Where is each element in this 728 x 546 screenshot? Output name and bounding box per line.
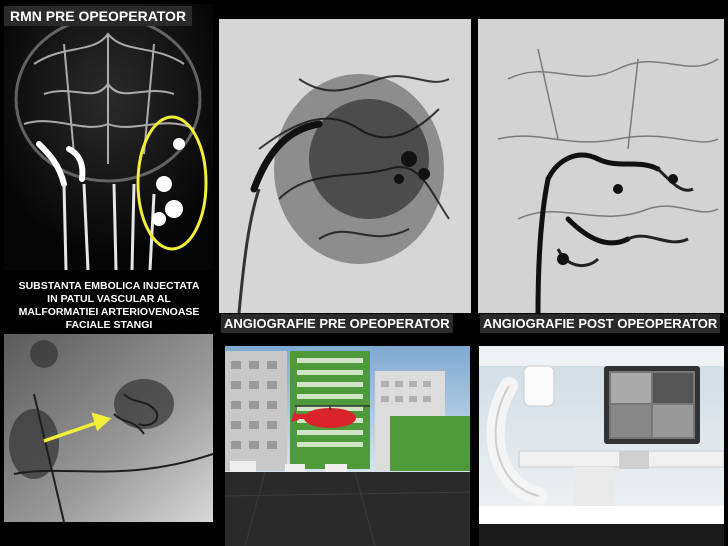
- mri-label: RMN PRE OPEOPERATOR: [4, 6, 193, 26]
- angio-pre-label: ANGIOGRAFIE PRE OPEOPERATOR: [221, 314, 453, 333]
- mri-panel: RMN PRE OPEOPERATOR: [4, 4, 213, 270]
- caption-line-1: SUBSTANTA EMBOLICA INJECTATA: [18, 280, 200, 292]
- caption-line-2: IN PATUL VASCULAR AL: [47, 293, 171, 305]
- angio-post-panel: [478, 19, 724, 313]
- cathlab-image: [479, 346, 724, 546]
- mri-image: [4, 4, 213, 270]
- embolic-image: [4, 334, 213, 522]
- angio-pre-image: [219, 19, 471, 313]
- embolic-panel: [4, 334, 213, 522]
- angio-post-image: [478, 19, 724, 313]
- hospital-panel: [225, 346, 470, 546]
- embolic-caption: SUBSTANTA EMBOLICA INJECTATA IN PATUL VA…: [6, 280, 212, 332]
- cathlab-panel: [479, 346, 724, 546]
- caption-line-3: MALFORMATIEI ARTERIOVENOASE: [18, 306, 200, 318]
- angio-post-label: ANGIOGRAFIE POST OPEOPERATOR: [480, 314, 721, 333]
- caption-line-4: FACIALE STANGI: [65, 319, 153, 331]
- angio-pre-panel: [219, 19, 471, 313]
- hospital-image: [225, 346, 470, 546]
